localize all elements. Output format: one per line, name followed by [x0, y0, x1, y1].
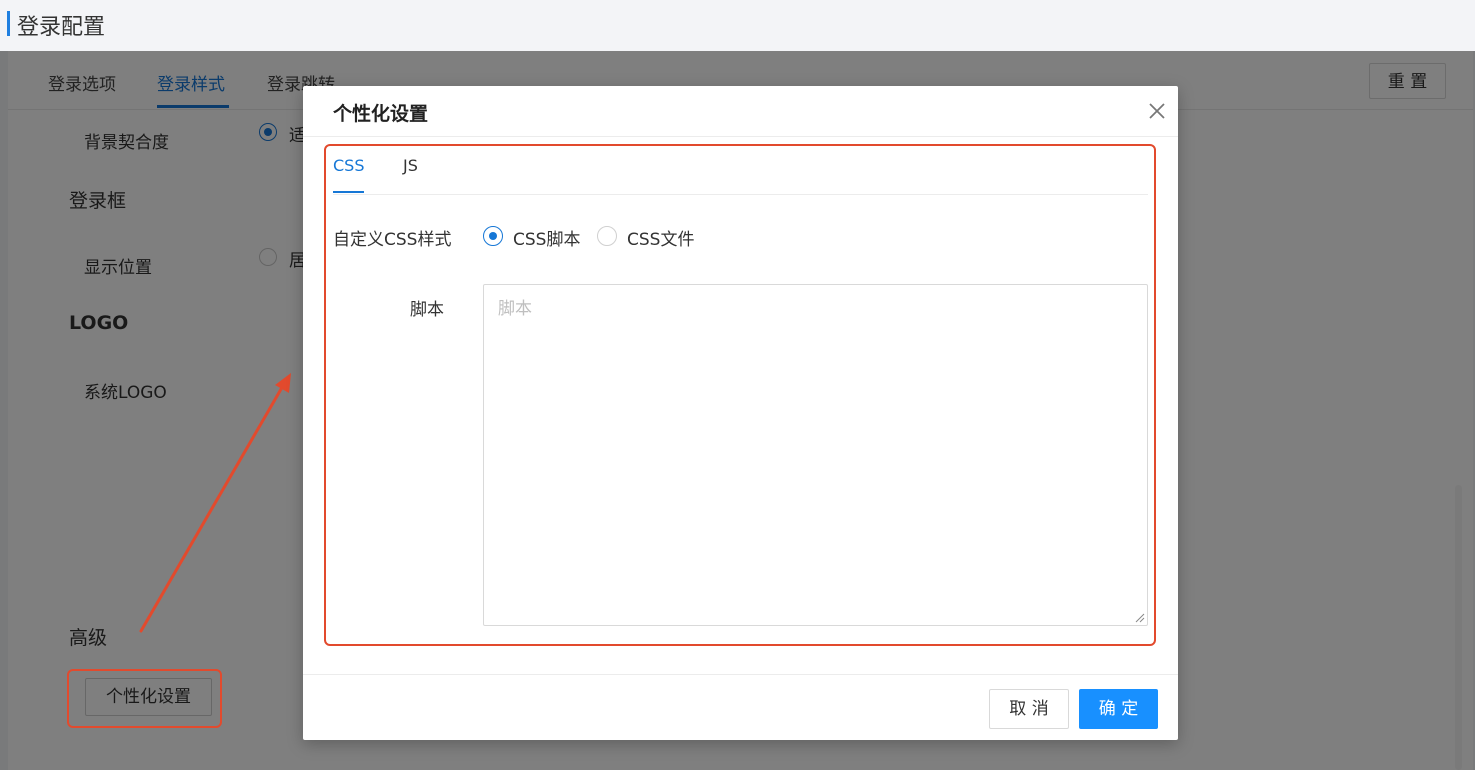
dialog-header: 个性化设置 [303, 86, 1178, 137]
highlight-box-personalize-button [67, 669, 222, 728]
dialog-footer: 取 消 确 定 [303, 674, 1178, 741]
page-title: 登录配置 [17, 15, 106, 40]
cancel-button[interactable]: 取 消 [989, 689, 1069, 729]
scrollbar-thumb[interactable] [1455, 485, 1462, 770]
ok-button[interactable]: 确 定 [1079, 689, 1158, 729]
highlight-box-dialog-content [324, 144, 1156, 646]
title-accent-bar [7, 11, 10, 36]
dialog-title: 个性化设置 [333, 103, 429, 125]
page-header: 登录配置 [0, 0, 1475, 50]
close-icon[interactable] [1145, 99, 1169, 123]
